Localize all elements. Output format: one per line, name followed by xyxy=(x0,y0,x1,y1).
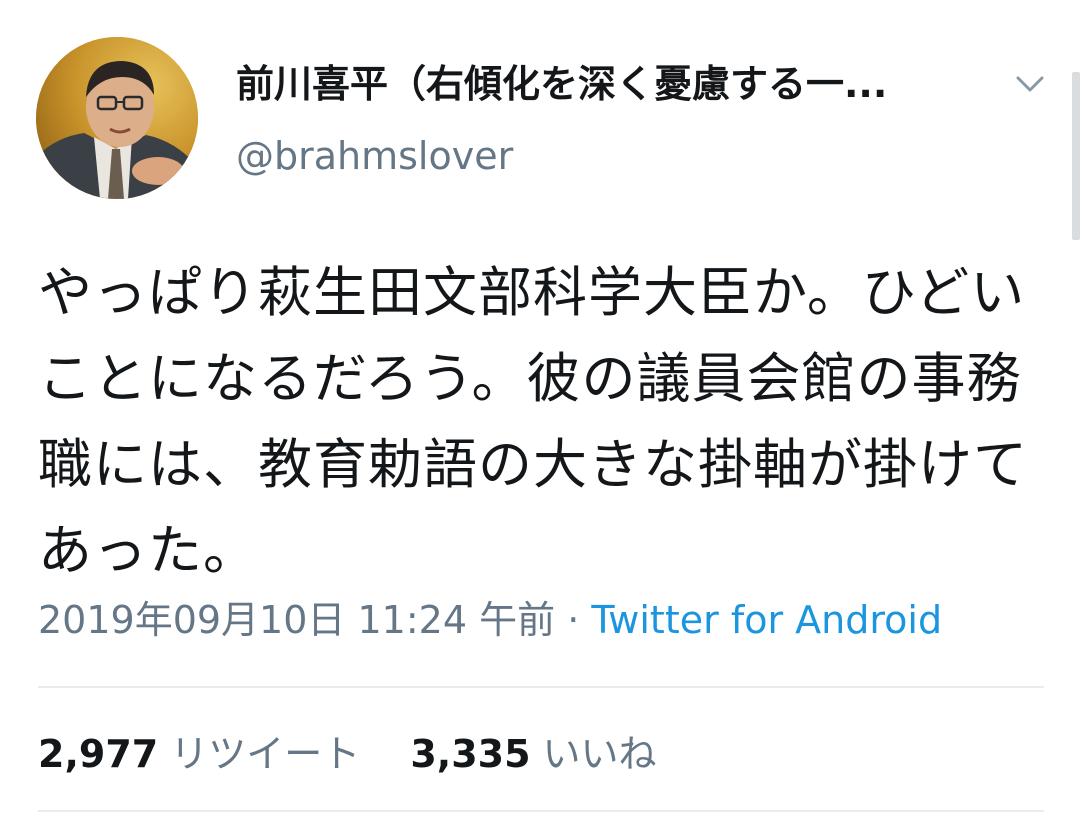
retweets-count: 2,977 xyxy=(38,732,159,776)
divider xyxy=(38,686,1044,688)
likes-label: いいね xyxy=(542,732,657,776)
avatar[interactable] xyxy=(36,37,198,199)
author-display-name[interactable]: 前川喜平（右傾化を深く憂慮する一... xyxy=(236,60,976,108)
divider xyxy=(38,810,1044,812)
meta-separator: · xyxy=(567,598,580,642)
scrollbar[interactable] xyxy=(1072,72,1080,240)
tweet-stats: 2,977 リツイート 3,335 いいね xyxy=(38,728,657,780)
tweet-timestamp[interactable]: 2019年09月10日 11:24 午前 xyxy=(38,598,555,642)
chevron-down-icon[interactable] xyxy=(1008,62,1052,106)
author-handle[interactable]: @brahmslover xyxy=(236,132,513,180)
tweet-card: 前川喜平（右傾化を深く憂慮する一... @brahmslover やっぱり萩生田… xyxy=(0,0,1080,822)
retweets-label: リツイート xyxy=(170,732,361,776)
tweet-metadata: 2019年09月10日 11:24 午前 · Twitter for Andro… xyxy=(38,596,942,644)
tweet-source-link[interactable]: Twitter for Android xyxy=(591,598,942,642)
avatar-photo xyxy=(36,37,198,199)
retweets-stat[interactable]: 2,977 リツイート xyxy=(38,728,360,780)
likes-count: 3,335 xyxy=(410,732,531,776)
tweet-text: やっぱり萩生田文部科学大臣か。ひどいことになるだろう。彼の議員会館の事務職には、… xyxy=(38,261,1028,582)
likes-stat[interactable]: 3,335 いいね xyxy=(410,728,656,780)
